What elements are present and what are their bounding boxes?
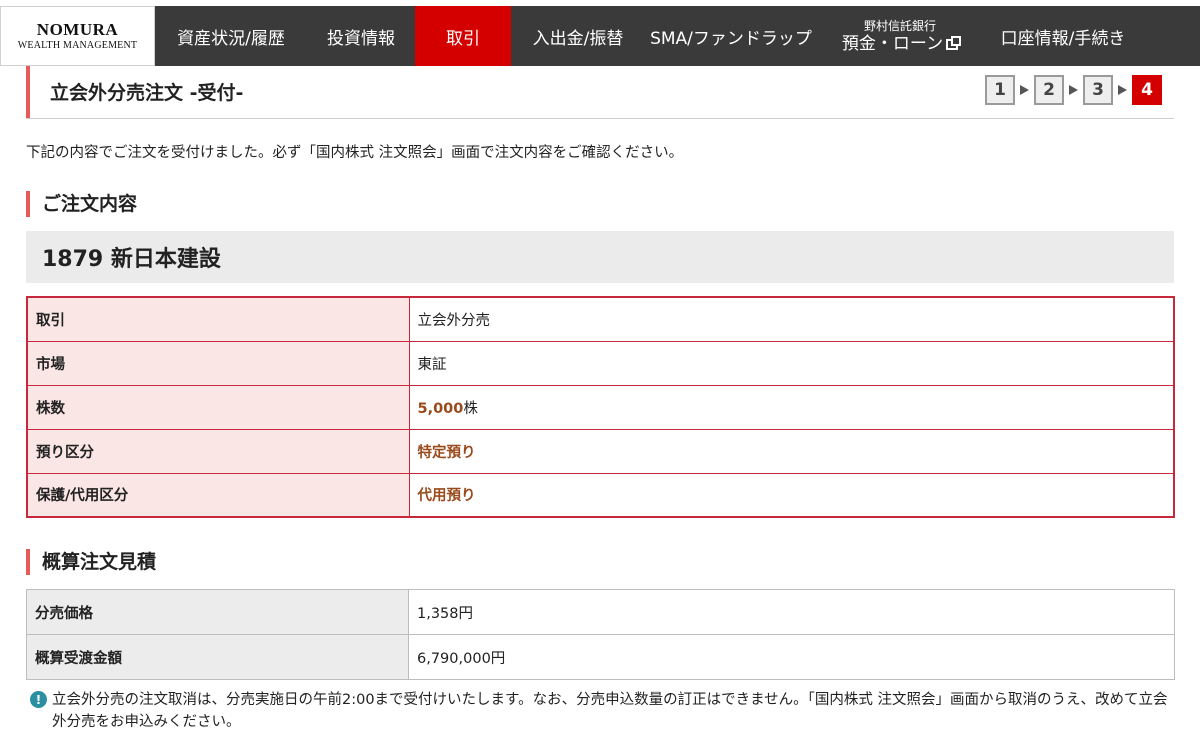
row-label: 株数 (27, 385, 410, 430)
step-arrow-icon (1069, 85, 1078, 95)
row-value: 立会外分売 (409, 297, 1174, 342)
step-2: 2 (1034, 75, 1064, 105)
row-value: 東証 (409, 341, 1174, 386)
nav-deposit-loan[interactable]: 野村信託銀行 預金・ローン (817, 6, 983, 66)
table-row: 分売価格 1,358円 (26, 589, 1175, 635)
logo-line2: WEALTH MANAGEMENT (17, 39, 138, 51)
page-title-box: 立会外分売注文 -受付- 1 2 3 4 (26, 66, 1174, 119)
step-4: 4 (1132, 75, 1162, 105)
row-label: 預り区分 (27, 429, 410, 474)
global-nav: NOMURA WEALTH MANAGEMENT 資産状況/履歴 投資情報 取引… (0, 6, 1200, 66)
share-unit: 株 (463, 400, 478, 417)
step-arrow-icon (1118, 85, 1127, 95)
step-1: 1 (985, 75, 1015, 105)
step-indicator: 1 2 3 4 (985, 75, 1162, 105)
nav-sma-fundwrap[interactable]: SMA/ファンドラップ (645, 6, 817, 66)
nav-assets[interactable]: 資産状況/履歴 (155, 6, 307, 66)
row-label: 分売価格 (26, 589, 409, 635)
nav-deposit-withdraw[interactable]: 入出金/振替 (511, 6, 645, 66)
row-label: 市場 (27, 341, 410, 386)
row-label: 概算受渡金額 (26, 634, 409, 680)
intro-text: 下記の内容でご注文を受付けました。必ず「国内株式 注文照会」画面で注文内容をご確… (26, 145, 684, 161)
estimate-table: 分売価格 1,358円 概算受渡金額 6,790,000円 (26, 589, 1175, 680)
stock-name: 1879 新日本建設 (42, 247, 221, 272)
table-row: 市場 東証 (27, 341, 1174, 386)
row-value: 1,358円 (408, 589, 1175, 635)
table-row: 保護/代用区分 代用預り (27, 473, 1174, 517)
stock-name-box: 1879 新日本建設 (26, 231, 1174, 283)
row-value: 5,000株 (409, 385, 1174, 430)
info-icon: ! (30, 691, 47, 708)
estimate-heading: 概算注文見積 (26, 549, 156, 575)
order-heading: ご注文内容 (26, 191, 137, 217)
row-value: 特定預り (409, 429, 1174, 474)
order-table: 取引 立会外分売 市場 東証 株数 5,000株 預り区分 特定預り 保護/代用… (26, 296, 1175, 518)
nav-deposit-loan-wrap: 預金・ローン (841, 34, 962, 54)
nav-deposit-loan-label: 預金・ローン (841, 34, 944, 54)
nav-deposit-loan-sub: 野村信託銀行 (863, 19, 936, 33)
step-arrow-icon (1020, 85, 1029, 95)
nav-investment-info[interactable]: 投資情報 (307, 6, 415, 66)
row-value: 6,790,000円 (408, 634, 1175, 680)
note-text: 立会外分売の注文取消は、分売実施日の午前2:00まで受付けいたします。なお、分売… (52, 692, 1168, 730)
table-row: 預り区分 特定預り (27, 429, 1174, 474)
external-link-icon (946, 36, 962, 50)
title-accent-bar (26, 66, 30, 118)
step-3: 3 (1083, 75, 1113, 105)
row-label: 取引 (27, 297, 410, 342)
nomura-logo[interactable]: NOMURA WEALTH MANAGEMENT (0, 6, 155, 66)
nav-account-info[interactable]: 口座情報/手続き (983, 6, 1143, 66)
share-count: 5,000 (417, 400, 464, 417)
table-row: 概算受渡金額 6,790,000円 (26, 634, 1175, 680)
page-title: 立会外分売注文 -受付- (50, 82, 244, 104)
row-label: 保護/代用区分 (27, 473, 410, 517)
cancel-note: ! 立会外分売の注文取消は、分売実施日の午前2:00まで受付けいたします。なお、… (30, 689, 1180, 733)
nav-trade[interactable]: 取引 (415, 6, 511, 66)
table-row: 株数 5,000株 (27, 385, 1174, 430)
row-value: 代用預り (409, 473, 1174, 517)
logo-line1: NOMURA (36, 19, 119, 39)
table-row: 取引 立会外分売 (27, 297, 1174, 342)
